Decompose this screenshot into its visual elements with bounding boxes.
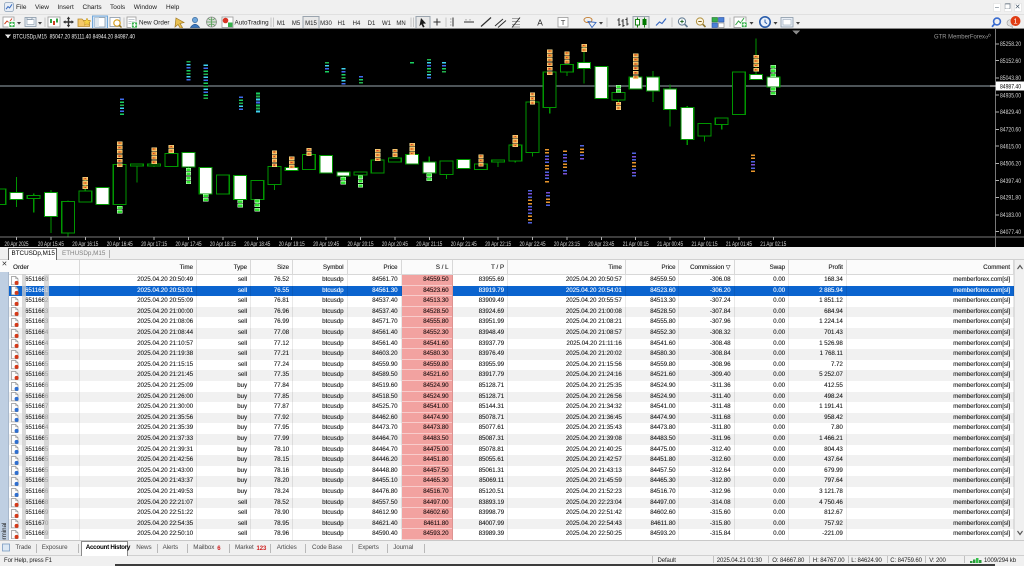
svg-text:84506.20: 84506.20	[1000, 162, 1022, 168]
svg-text:AutoTrading: AutoTrading	[235, 20, 270, 27]
svg-text:M15: M15	[305, 21, 317, 27]
svg-text:M5: M5	[292, 21, 301, 27]
svg-text:84829.40: 84829.40	[1000, 110, 1022, 116]
svg-text:1: 1	[1013, 17, 1017, 26]
svg-text:M30: M30	[320, 21, 332, 27]
svg-text:W1: W1	[382, 21, 392, 27]
svg-text:85258.20: 85258.20	[1000, 42, 1022, 48]
svg-text:84183.00: 84183.00	[1000, 213, 1022, 219]
svg-text:84615.00: 84615.00	[1000, 144, 1022, 150]
svg-text:84987.40: 84987.40	[1000, 85, 1022, 91]
svg-text:T: T	[561, 18, 566, 27]
svg-text:84291.80: 84291.80	[1000, 196, 1022, 202]
svg-text:84397.40: 84397.40	[1000, 179, 1022, 185]
svg-text:85043.80: 85043.80	[1000, 76, 1022, 82]
svg-text:New Order: New Order	[139, 20, 169, 27]
svg-text:M1: M1	[277, 21, 286, 27]
svg-text:84935.00: 84935.00	[1000, 93, 1022, 99]
svg-text:H4: H4	[353, 21, 361, 27]
svg-text:A: A	[537, 18, 543, 28]
svg-text:85152.60: 85152.60	[1000, 59, 1022, 65]
svg-text:84077.40: 84077.40	[1000, 230, 1022, 236]
svg-text:D1: D1	[368, 21, 376, 27]
svg-text:MN: MN	[396, 21, 405, 27]
svg-text:BTCUSDp,M15 85047.20 85111.40: BTCUSDp,M15 85047.20 85111.40 84944.20 8…	[13, 33, 135, 40]
svg-text:GTR MemberForex☍: GTR MemberForex☍	[934, 33, 991, 40]
svg-text:H1: H1	[338, 21, 346, 27]
svg-text:84720.60: 84720.60	[1000, 128, 1022, 134]
